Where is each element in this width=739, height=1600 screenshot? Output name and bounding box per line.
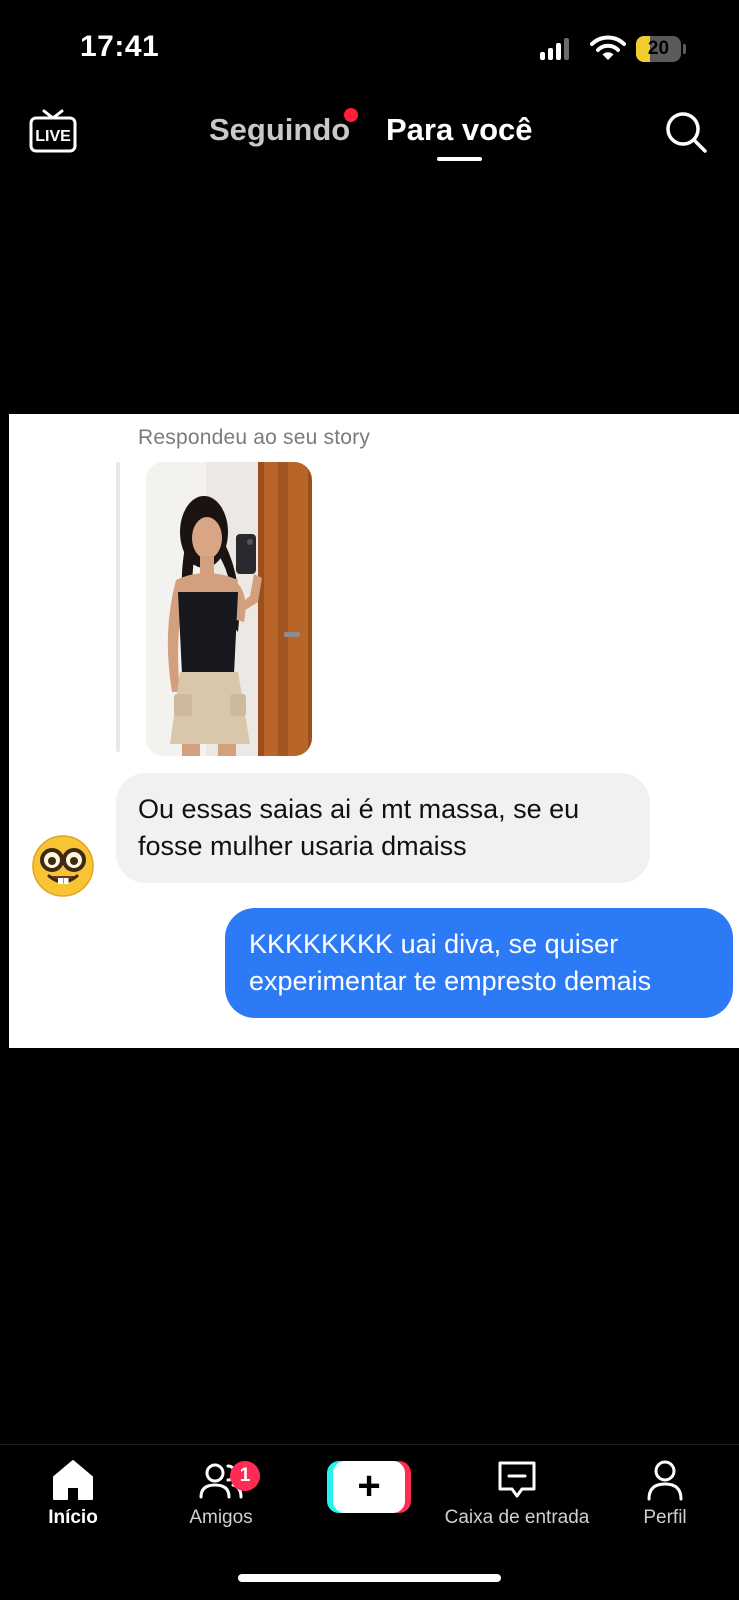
battery-icon: 20 — [636, 36, 686, 62]
tab-for-you[interactable]: Para você — [386, 112, 533, 148]
nav-profile-label: Perfil — [643, 1507, 687, 1528]
nav-home-label: Início — [48, 1507, 98, 1528]
tab-following[interactable]: Seguindo — [209, 112, 350, 148]
create-button[interactable]: + — [327, 1461, 411, 1513]
friends-badge: 1 — [230, 1461, 260, 1491]
home-indicator[interactable] — [238, 1574, 501, 1582]
nav-friends-label: Amigos — [189, 1507, 253, 1528]
reply-indicator-line — [116, 462, 120, 752]
nav-inbox-label: Caixa de entrada — [444, 1507, 590, 1528]
svg-text:LIVE: LIVE — [35, 128, 71, 145]
wifi-icon — [590, 35, 626, 60]
post-content[interactable]: Respondeu ao seu story Ou essas saias ai… — [9, 414, 739, 1048]
story-photo — [146, 462, 312, 756]
profile-icon — [647, 1460, 683, 1501]
story-thumbnail[interactable] — [146, 462, 312, 756]
top-nav: LIVE Seguindo Para você — [0, 100, 739, 170]
nav-profile[interactable]: Perfil — [590, 1457, 739, 1529]
signal-icon — [540, 38, 569, 60]
outgoing-message[interactable]: KKKKKKKK uai diva, se quiser experimenta… — [225, 908, 733, 1018]
battery-level: 20 — [647, 38, 670, 59]
nav-home[interactable]: Início — [0, 1457, 148, 1529]
status-bar: 17:41 20 — [0, 0, 739, 100]
incoming-message[interactable]: Ou essas saias ai é mt massa, se eu foss… — [116, 773, 650, 883]
inbox-icon — [498, 1461, 536, 1498]
nav-friends[interactable]: Amigos 1 — [146, 1457, 296, 1529]
search-icon[interactable] — [664, 110, 708, 154]
reply-label: Respondeu ao seu story — [138, 426, 371, 449]
status-time: 17:41 — [80, 30, 160, 63]
create-icon: + — [357, 1464, 381, 1508]
notification-dot — [344, 108, 358, 122]
home-icon — [53, 1460, 93, 1500]
nerd-face-emoji — [32, 835, 94, 897]
live-icon[interactable]: LIVE — [28, 108, 78, 154]
nav-inbox[interactable]: Caixa de entrada — [442, 1457, 592, 1529]
sender-avatar[interactable] — [31, 834, 95, 898]
active-tab-indicator — [437, 157, 482, 161]
